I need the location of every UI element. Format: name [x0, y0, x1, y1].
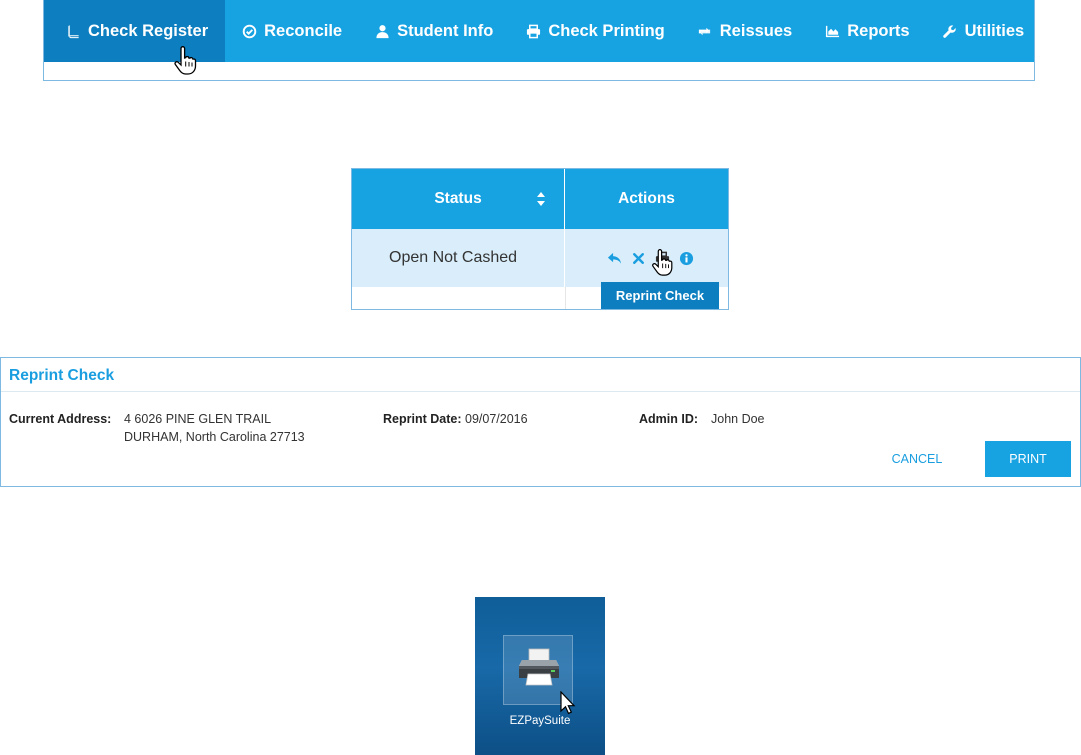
column-header-label: Status	[434, 190, 482, 207]
check-status-table: Status Actions Open Not Cashed Reprint C…	[351, 168, 729, 310]
divider	[1, 391, 1080, 392]
info-icon[interactable]	[679, 251, 694, 266]
print-button[interactable]: PRINT	[985, 441, 1071, 477]
column-header-status[interactable]: Status	[352, 169, 565, 229]
arrow-cursor-icon	[560, 691, 576, 715]
nav-item-label: Reissues	[719, 21, 793, 40]
hand-cursor-icon	[174, 46, 197, 75]
status-cell: Open Not Cashed	[352, 229, 565, 287]
reprint-check-panel: Reprint Check Current Address: 4 6026 PI…	[0, 357, 1081, 487]
book-icon	[65, 23, 81, 39]
nav-item-check-register[interactable]: Check Register	[44, 0, 226, 62]
nav-item-label: Reconcile	[264, 21, 343, 40]
cancel-button[interactable]: CANCEL	[871, 441, 963, 477]
desktop-icon-label: EZPaySuite	[509, 715, 571, 727]
nav-item-label: Reports	[847, 21, 910, 40]
retweet-icon	[697, 23, 713, 39]
address-line-2: DURHAM, North Carolina 27713	[124, 430, 305, 444]
wrench-icon	[942, 23, 958, 39]
column-header-actions: Actions	[565, 169, 728, 229]
current-address-label: Current Address:	[9, 412, 112, 426]
column-header-label: Actions	[618, 190, 675, 207]
nav-item-check-printing[interactable]: Check Printing	[509, 0, 680, 62]
hand-cursor-icon	[652, 249, 673, 276]
reprint-check-tooltip: Reprint Check	[601, 282, 719, 309]
nav-item-reissues[interactable]: Reissues	[681, 0, 808, 62]
nav-item-label: Check Printing	[548, 21, 665, 40]
admin-id-label: Admin ID:	[639, 412, 699, 426]
table-header-row: Status Actions	[352, 169, 728, 229]
panel-title: Reprint Check	[9, 367, 115, 384]
sort-icon[interactable]	[536, 191, 546, 207]
printer-icon	[525, 23, 541, 39]
user-icon	[374, 23, 390, 39]
nav-item-label: Student Info	[397, 21, 494, 40]
actions-cell	[565, 229, 728, 287]
nav-item-student-info[interactable]: Student Info	[358, 0, 509, 62]
reply-icon[interactable]	[607, 251, 622, 266]
address-line-1: 4 6026 PINE GLEN TRAIL	[124, 412, 272, 426]
printer-icon	[519, 648, 559, 686]
navigation-panel: Check Register Reconcile Student Info Ch…	[43, 0, 1035, 81]
column-divider	[565, 287, 566, 309]
nav-item-reports[interactable]: Reports	[808, 0, 925, 62]
desktop-background: EZPaySuite	[475, 597, 605, 755]
reprint-date-label: Reprint Date:	[383, 412, 462, 426]
nav-item-reconcile[interactable]: Reconcile	[225, 0, 358, 62]
check-circle-icon	[241, 23, 257, 39]
nav-item-label: Utilities	[964, 21, 1025, 40]
close-icon[interactable]	[631, 251, 646, 266]
admin-id-value: John Doe	[711, 412, 765, 426]
area-chart-icon	[824, 23, 840, 39]
nav-item-utilities[interactable]: Utilities	[926, 0, 1041, 62]
reprint-date-value: 09/07/2016	[465, 412, 528, 426]
nav-item-label: Check Register	[88, 21, 209, 40]
